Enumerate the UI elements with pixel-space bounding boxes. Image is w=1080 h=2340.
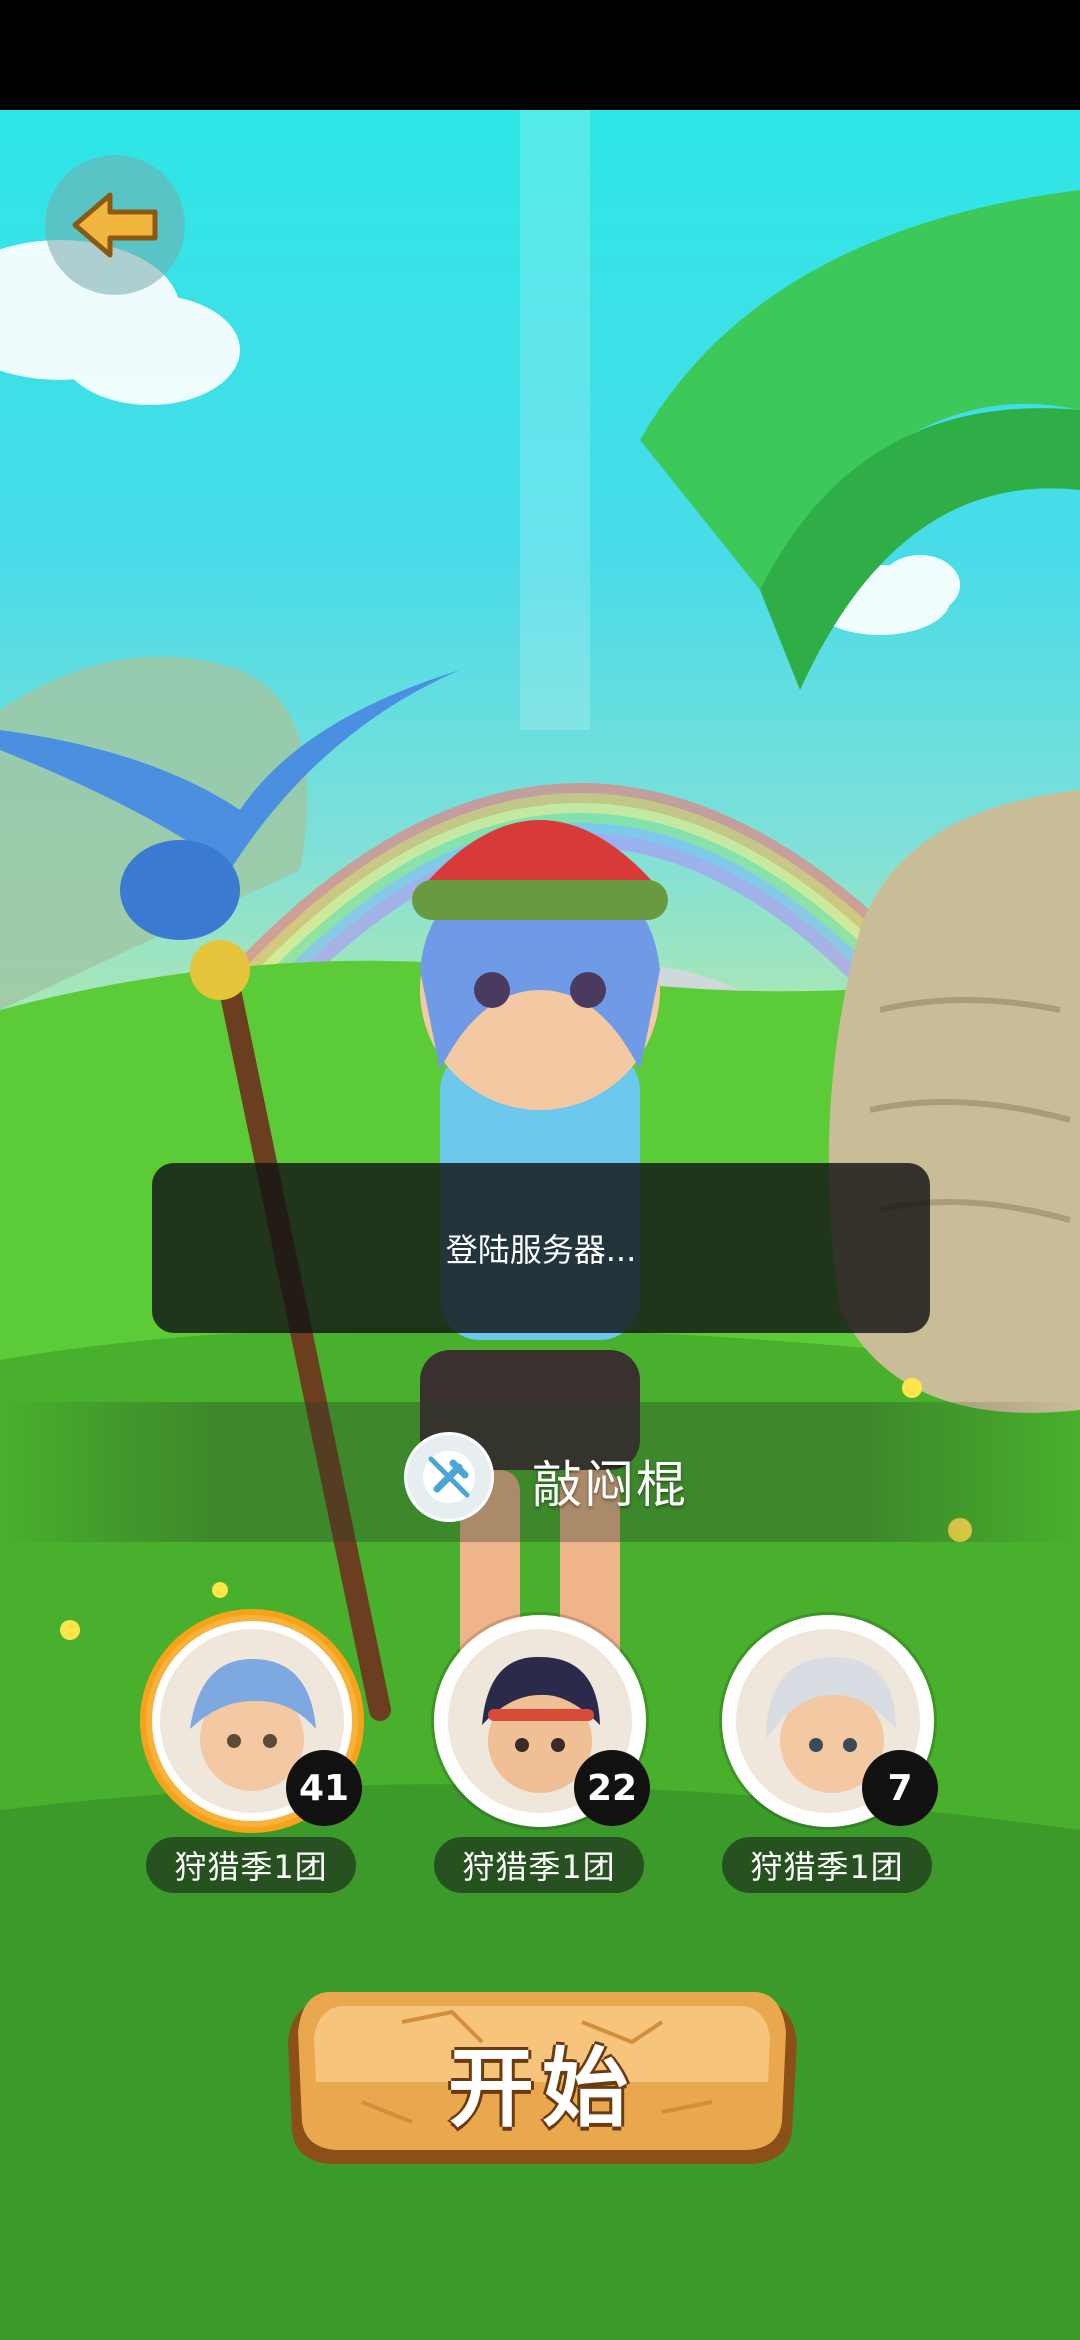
no-weapon-icon [423,1451,475,1503]
weapon-icon-button[interactable] [404,1432,494,1522]
start-button[interactable]: 开始 [282,1982,802,2178]
back-button[interactable] [45,155,185,295]
level-badge: 41 [286,1750,362,1826]
status-bar [0,0,1080,110]
game-scene: 登陆服务器... 敲闷棍 41 狩猎季1团 22 狩猎季1团 7 狩猎季1团 开… [0,110,1080,2340]
character-slot-1[interactable]: 41 狩猎季1团 [146,1615,366,1893]
character-slot-2[interactable]: 22 狩猎季1团 [434,1615,654,1893]
character-slot-3[interactable]: 7 狩猎季1团 [722,1615,942,1893]
login-toast: 登陆服务器... [152,1163,930,1333]
team-label: 狩猎季1团 [434,1837,644,1893]
team-label: 狩猎季1团 [722,1837,932,1893]
toast-message: 登陆服务器... [445,1231,637,1269]
weapon-name: 敲闷棍 [532,1456,688,1514]
level-badge: 7 [862,1750,938,1826]
team-label: 狩猎季1团 [146,1837,356,1893]
back-arrow-icon [72,192,158,258]
level-badge: 22 [574,1750,650,1826]
start-label: 开始 [448,2038,636,2139]
